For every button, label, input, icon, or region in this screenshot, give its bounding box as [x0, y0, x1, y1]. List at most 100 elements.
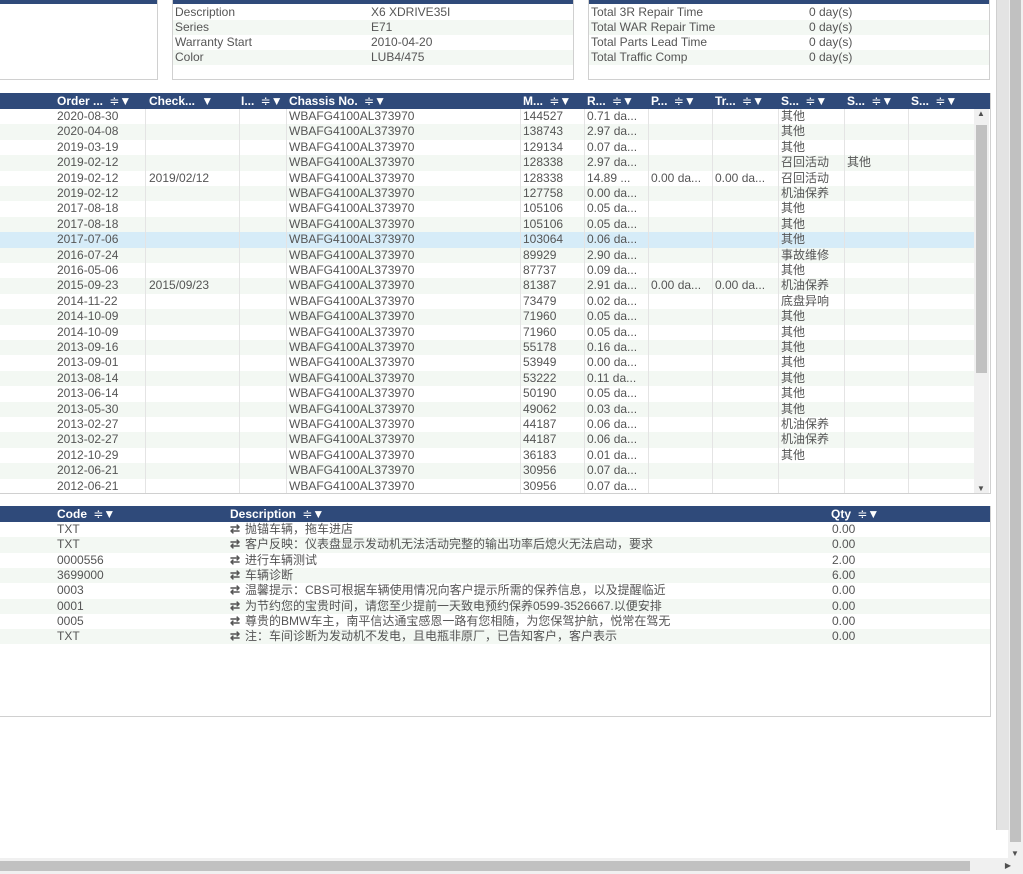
info-row-parts-lead: Total Parts Lead Time 0 day(s) — [589, 35, 989, 50]
table-cell: 其他 — [781, 201, 806, 216]
column-header-order[interactable]: Order ... ≑▼ — [57, 93, 145, 109]
column-header-p[interactable]: P... ≑▼ — [651, 93, 711, 109]
table-row[interactable]: 2013-05-30 WBAFG4100AL373970 49062 0.03 da.… — [0, 401, 975, 417]
column-header-check[interactable]: Check... ▼ — [149, 93, 237, 109]
orders-grid-header: Order ... ≑▼ Check... ▼ I... ≑▼ Chassis … — [0, 93, 990, 109]
list-item[interactable]: 0003 ⇄ 温馨提示：CBS可根据车辆使用情况向客户提示所需的保养信息，以及提醒临… — [0, 583, 990, 598]
orders-vertical-scrollbar[interactable]: ▲ ▼ — [974, 109, 989, 493]
list-item[interactable]: 3699000 ⇄ 车辆诊断 6.00 — [0, 567, 990, 584]
table-cell: 0.09 da... — [587, 263, 638, 277]
column-header-m[interactable]: M... ≑▼ — [523, 93, 581, 109]
table-row[interactable]: 2014-10-09 WBAFG4100AL373970 71960 0.05 da.… — [0, 325, 975, 340]
column-header-qty[interactable]: Qty ≑▼ — [831, 506, 931, 522]
table-cell: 其他 — [781, 340, 806, 354]
table-row[interactable]: 2014-10-09 WBAFG4100AL373970 71960 0.05 da.… — [0, 309, 975, 325]
column-header-s1[interactable]: S... ≑▼ — [781, 93, 843, 109]
column-header-description[interactable]: Description ≑▼ — [230, 506, 630, 522]
swap-arrows-icon[interactable]: ⇄ — [230, 553, 244, 568]
sort-filter-icon[interactable]: ≑▼ — [670, 94, 696, 108]
swap-arrows-icon[interactable]: ⇄ — [230, 522, 244, 537]
column-header-s3[interactable]: S... ≑▼ — [911, 93, 971, 109]
sort-filter-icon[interactable]: ≑▼ — [546, 94, 571, 108]
page-vertical-scrollbar[interactable]: ▼ — [1008, 0, 1023, 858]
panel-header-bar — [173, 0, 573, 4]
sort-filter-icon[interactable]: ≑▼ — [868, 94, 893, 108]
sort-filter-icon[interactable]: ▼ — [198, 94, 213, 108]
table-row[interactable]: 2013-09-16 WBAFG4100AL373970 55178 0.16 da.… — [0, 340, 975, 356]
table-row[interactable]: 2019-02-12 WBAFG4100AL373970 128338 2.97 da… — [0, 155, 975, 171]
table-row[interactable]: 2016-07-24 WBAFG4100AL373970 89929 2.90 da.… — [0, 247, 975, 263]
scroll-thumb[interactable] — [976, 125, 987, 373]
sort-filter-icon[interactable]: ≑▼ — [854, 507, 879, 521]
table-row[interactable]: 2015-09-23 2015/09/23 WBAFG4100AL373970 813… — [0, 278, 975, 294]
sort-filter-icon[interactable]: ≑▼ — [106, 94, 131, 108]
swap-arrows-icon[interactable]: ⇄ — [230, 537, 244, 552]
table-row[interactable]: 2014-11-22 WBAFG4100AL373970 73479 0.02 da.… — [0, 294, 975, 309]
swap-arrows-icon[interactable]: ⇄ — [230, 568, 244, 583]
table-cell: 机油保养 — [781, 186, 830, 200]
scroll-right-arrow-icon[interactable]: ▶ — [1001, 861, 1015, 870]
frame-edge — [996, 0, 1009, 830]
table-cell: 2.97 da... — [587, 155, 638, 170]
table-row[interactable]: 2013-02-27 WBAFG4100AL373970 44187 0.06 da.… — [0, 432, 975, 448]
scroll-up-arrow-icon[interactable]: ▲ — [974, 109, 988, 118]
scroll-down-arrow-icon[interactable]: ▼ — [974, 484, 988, 493]
table-cell: 2013-02-27 — [57, 417, 119, 431]
table-row[interactable]: 2012-06-21 WBAFG4100AL373970 30956 0.07 da.… — [0, 479, 975, 493]
table-row[interactable]: 2017-08-18 WBAFG4100AL373970 105106 0.05 da… — [0, 216, 975, 233]
column-header-i[interactable]: I... ≑▼ — [241, 93, 285, 109]
table-row[interactable]: 2017-08-18 WBAFG4100AL373970 105106 0.05 da… — [0, 201, 975, 216]
sort-filter-icon[interactable]: ≑▼ — [90, 507, 115, 521]
table-cell: WBAFG4100AL373970 — [289, 155, 415, 170]
swap-arrows-icon[interactable]: ⇄ — [230, 629, 244, 644]
sort-filter-icon[interactable]: ≑▼ — [739, 94, 764, 108]
column-header-chassis[interactable]: Chassis No. ≑▼ — [289, 93, 519, 109]
table-cell: 0.00 da... — [715, 278, 766, 293]
table-row[interactable]: 2016-05-06 WBAFG4100AL373970 87737 0.09 da.… — [0, 263, 975, 278]
table-row[interactable]: 2017-07-06 WBAFG4100AL373970 103064 0.06 da… — [0, 232, 975, 248]
swap-arrows-icon[interactable]: ⇄ — [230, 599, 244, 614]
table-cell: 73479 — [523, 293, 557, 308]
code-cell: TXT — [57, 522, 80, 536]
list-item[interactable]: TXT ⇄ 抛锚车辆，拖车进店 0.00 — [0, 522, 990, 537]
list-item[interactable]: TXT ⇄ 客户反映：仪表盘显示发动机无法活动完整的输出功率后熄火无法启动，要求 0.… — [0, 537, 990, 553]
table-row[interactable]: 2013-09-01 WBAFG4100AL373970 53949 0.00 da.… — [0, 355, 975, 370]
column-header-tr[interactable]: Tr... ≑▼ — [715, 93, 777, 109]
table-cell: 其他 — [781, 355, 806, 370]
table-row[interactable]: 2012-06-21 WBAFG4100AL373970 30956 0.07 da.… — [0, 463, 975, 479]
table-row[interactable]: 2019-03-19 WBAFG4100AL373970 129134 0.07 da… — [0, 140, 975, 155]
page-horizontal-scrollbar[interactable]: ▶ — [0, 858, 1023, 874]
table-row[interactable]: 2013-02-27 WBAFG4100AL373970 44187 0.06 da.… — [0, 417, 975, 432]
sort-filter-icon[interactable]: ≑▼ — [361, 94, 386, 108]
table-row[interactable]: 2019-02-12 2019/02/12 WBAFG4100AL373970 128… — [0, 171, 975, 186]
details-grid: Code ≑▼ Description ≑▼ Qty ≑▼ TXT ⇄ 抛锚车辆，拖… — [0, 506, 991, 717]
table-row[interactable]: 2013-08-14 WBAFG4100AL373970 53222 0.11 da.… — [0, 370, 975, 387]
sort-filter-icon[interactable]: ≑▼ — [609, 94, 634, 108]
column-header-code[interactable]: Code ≑▼ — [57, 506, 217, 522]
sort-filter-icon[interactable]: ≑▼ — [802, 94, 827, 108]
table-row[interactable]: 2020-04-08 WBAFG4100AL373970 138743 2.97 da… — [0, 124, 975, 140]
list-item[interactable]: TXT ⇄ 注：车间诊断为发动机不发电，且电瓶非原厂，已告知客户，客户表示 0.00 — [0, 629, 990, 645]
sort-filter-icon[interactable]: ≑▼ — [932, 94, 957, 108]
swap-arrows-icon[interactable]: ⇄ — [230, 583, 244, 598]
column-header-s2[interactable]: S... ≑▼ — [847, 93, 907, 109]
table-cell: WBAFG4100AL373970 — [289, 186, 415, 200]
panel-header-bar — [589, 0, 989, 4]
swap-arrows-icon[interactable]: ⇄ — [230, 614, 244, 629]
table-row[interactable]: 2020-08-30 WBAFG4100AL373970 144527 0.71 da… — [0, 109, 975, 124]
table-cell: WBAFG4100AL373970 — [289, 309, 415, 324]
page-scroll-down-arrow-icon[interactable]: ▼ — [1008, 849, 1022, 858]
table-row[interactable]: 2019-02-12 WBAFG4100AL373970 127758 0.00 da… — [0, 186, 975, 202]
sort-filter-icon[interactable]: ≑▼ — [257, 94, 283, 108]
horizontal-scroll-thumb[interactable] — [0, 861, 970, 871]
list-item[interactable]: 0005 ⇄ 尊贵的BMW车主，南平信达通宝感恩一路有您相随，为您保驾护航，悦常在驾… — [0, 614, 990, 629]
table-cell: 0.00 da... — [587, 355, 638, 370]
info-label: Warranty Start — [175, 35, 252, 49]
page-scroll-thumb[interactable] — [1010, 0, 1021, 842]
column-header-r[interactable]: R... ≑▼ — [587, 93, 647, 109]
list-item[interactable]: 0000556 ⇄ 进行车辆测试 2.00 — [0, 553, 990, 568]
table-row[interactable]: 2013-06-14 WBAFG4100AL373970 50190 0.05 da.… — [0, 386, 975, 401]
list-item[interactable]: 0001 ⇄ 为节约您的宝贵时间，请您至少提前一天致电预约保养0599-352666… — [0, 598, 990, 614]
table-row[interactable]: 2012-10-29 WBAFG4100AL373970 36183 0.01 da.… — [0, 448, 975, 463]
sort-filter-icon[interactable]: ≑▼ — [299, 507, 324, 521]
